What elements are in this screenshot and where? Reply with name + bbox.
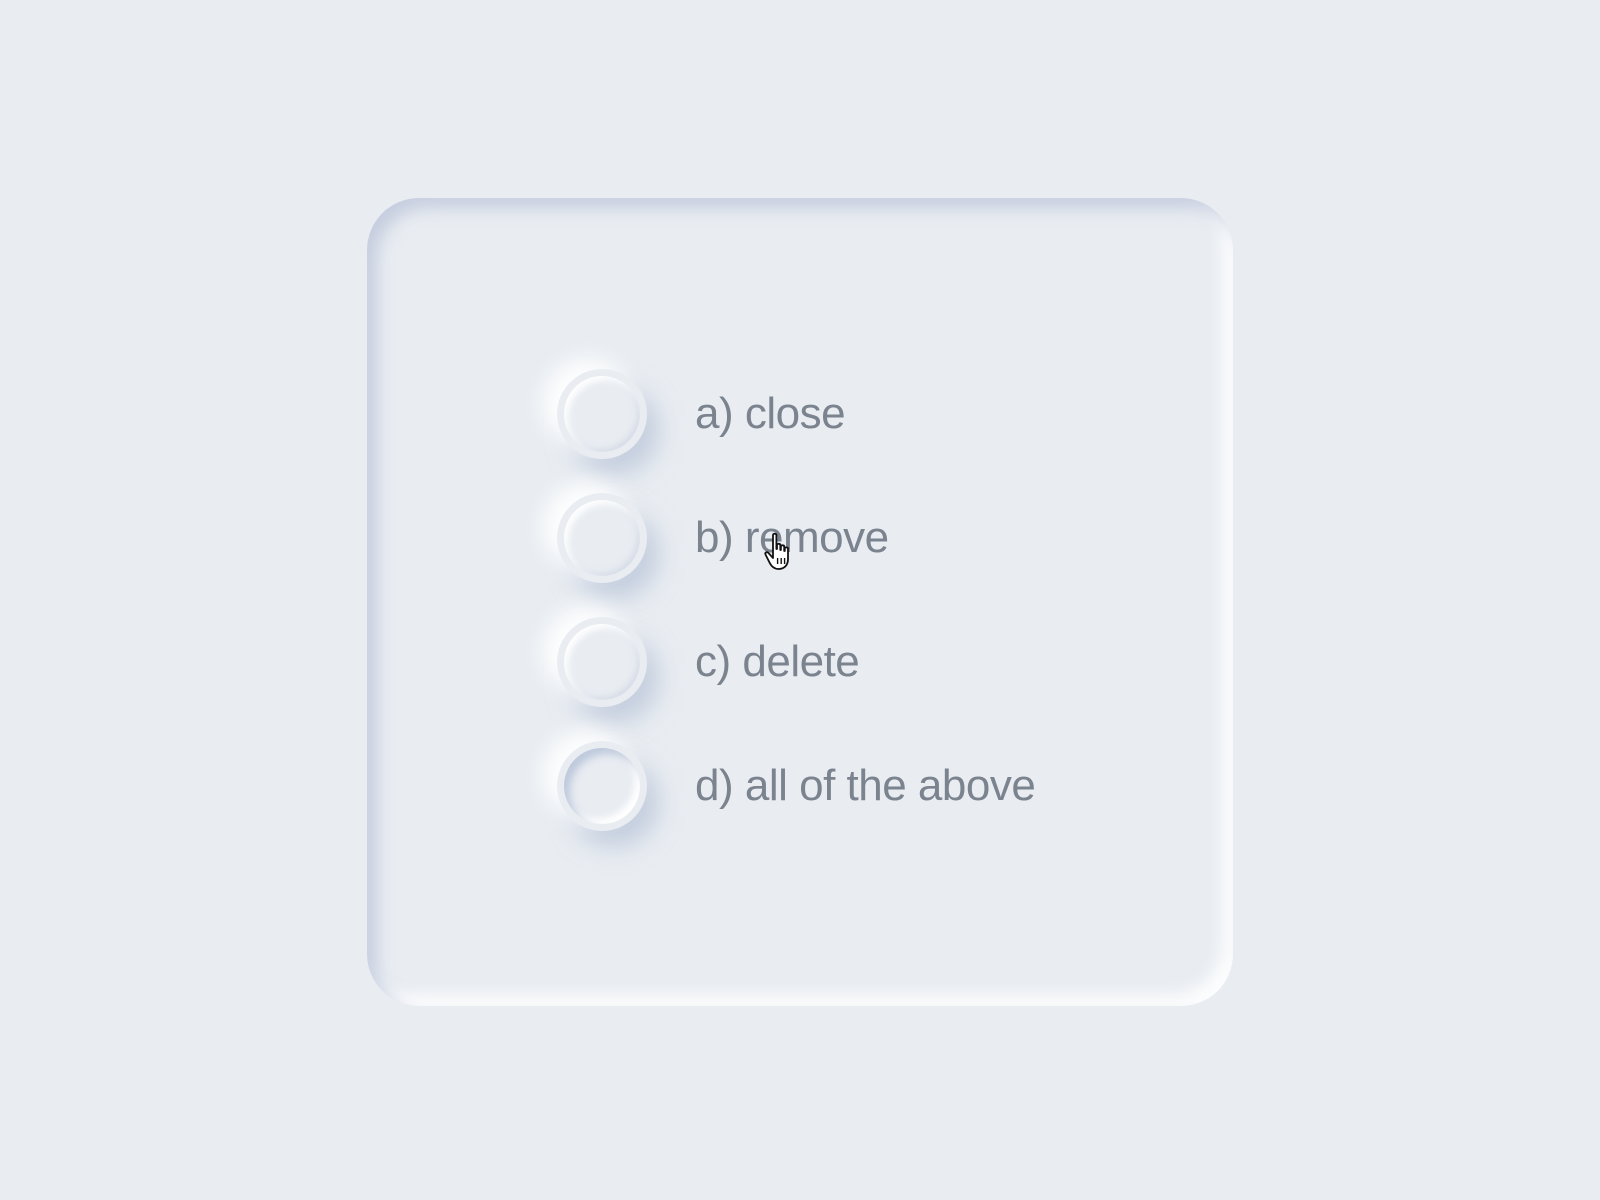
- option-label-b: b) remove: [695, 512, 889, 562]
- radio-button-b[interactable]: [557, 492, 647, 583]
- page-background: a) close b) remove c) delete d) all of t…: [0, 0, 1600, 1200]
- option-a[interactable]: a) close: [557, 368, 1035, 459]
- quiz-card: a) close b) remove c) delete d) all of t…: [367, 198, 1233, 1006]
- option-b[interactable]: b) remove: [557, 492, 1035, 583]
- option-label-d: d) all of the above: [695, 760, 1036, 810]
- option-d[interactable]: d) all of the above: [557, 740, 1036, 831]
- option-label-c: c) delete: [695, 636, 860, 686]
- options-list: a) close b) remove c) delete d) all of t…: [557, 368, 1036, 831]
- radio-button-c[interactable]: [557, 616, 647, 707]
- option-c[interactable]: c) delete: [557, 616, 1035, 707]
- radio-button-d[interactable]: [557, 740, 647, 831]
- option-label-a: a) close: [695, 388, 846, 438]
- radio-button-a[interactable]: [557, 368, 647, 459]
